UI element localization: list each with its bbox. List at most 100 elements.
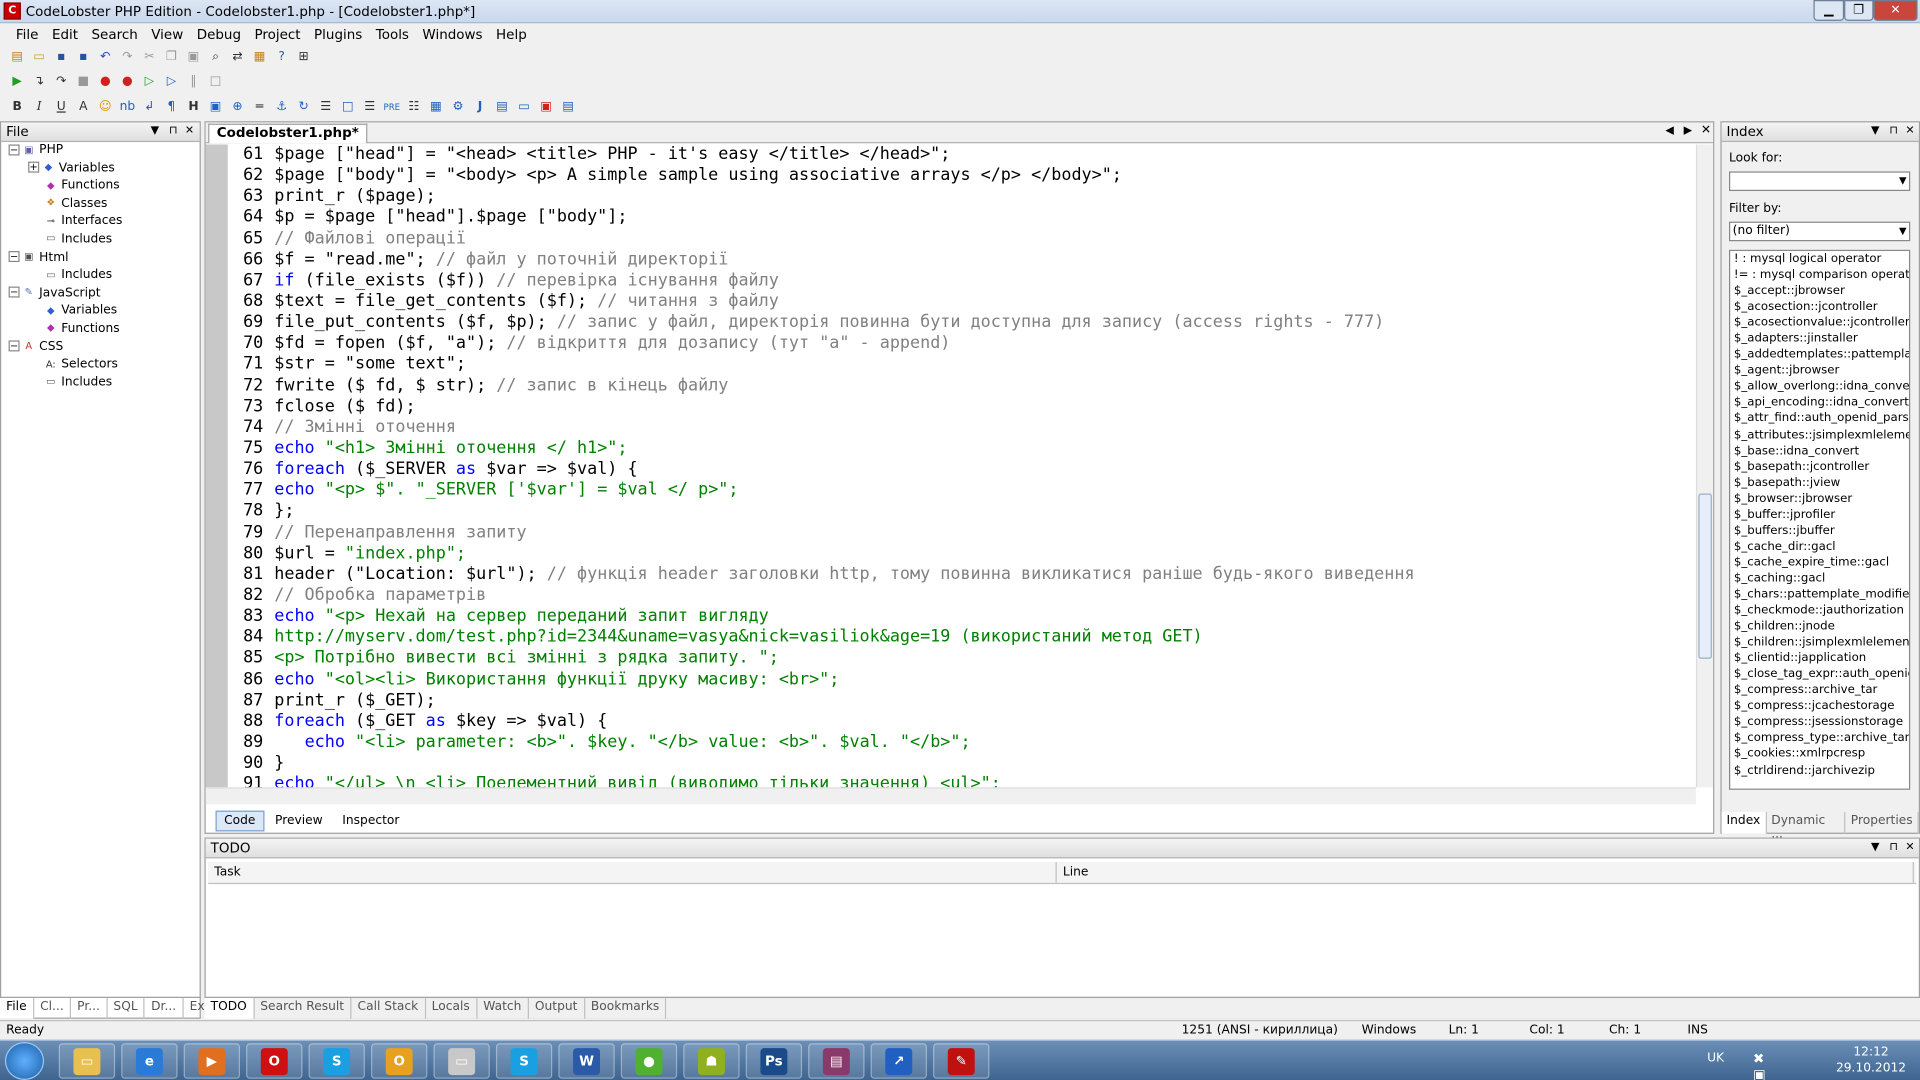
pin-icon[interactable]: ⊓ (169, 122, 178, 140)
bottom-tab-1[interactable]: Search Result (254, 997, 352, 1019)
taskbar-outlook[interactable]: O (371, 1043, 428, 1079)
pause-icon[interactable]: ‖ (184, 72, 204, 92)
index-item[interactable]: $_checkmode::jauthorization (1730, 602, 1909, 618)
index-item[interactable]: != : mysql comparison operator (1730, 267, 1909, 283)
menu-file[interactable]: File (10, 26, 45, 42)
code-line[interactable]: 85 <p> Потрібно вивести всі змінні з рядк… (230, 648, 1693, 669)
index-item[interactable]: $_allow_overlong::idna_convert (1730, 379, 1909, 395)
right-tab-0[interactable]: Index (1721, 811, 1767, 834)
breakpoint-icon[interactable]: ● (96, 72, 116, 92)
index-item[interactable]: $_caching::gacl (1730, 571, 1909, 587)
table-icon[interactable]: ▦ (426, 98, 446, 118)
index-item[interactable]: $_buffers::jbuffer (1730, 523, 1909, 539)
menu-view[interactable]: View (145, 26, 189, 42)
code-line[interactable]: 80 $url = "index.php"; (230, 543, 1693, 564)
code-line[interactable]: 62 $page ["body"] = "<body> <p> A simple … (230, 165, 1693, 186)
textarea-icon[interactable]: ▤ (558, 98, 578, 118)
index-item[interactable]: $_children::jsimplexmlelement (1730, 634, 1909, 650)
menu-help[interactable]: Help (490, 26, 533, 42)
code-line[interactable]: 61 $page ["head"] = "<head> <title> PHP -… (230, 144, 1693, 165)
tree-item[interactable]: ⊸ Interfaces (1, 214, 199, 232)
taskbar-opera[interactable]: O (246, 1043, 303, 1079)
index-item[interactable]: $_cache_expire_time::gacl (1730, 555, 1909, 571)
continue-icon[interactable]: ▷ (140, 72, 160, 92)
code-line[interactable]: 83 echo "<p> Нехай на сервер переданий за… (230, 606, 1693, 627)
code-line[interactable]: 81 header ("Location: $url"); // функція … (230, 564, 1693, 585)
code-line[interactable]: 65 // Файлові операції (230, 228, 1693, 249)
code-line[interactable]: 66 $f = "read.me"; // файл у поточній дир… (230, 249, 1693, 270)
code-line[interactable]: 71 $str = "some text"; (230, 354, 1693, 375)
index-item[interactable]: $_compress_type::archive_tar (1730, 730, 1909, 746)
pre-icon[interactable]: PRE (382, 98, 402, 118)
dropdown-icon[interactable]: ▼ (151, 122, 159, 140)
taskbar-skype-2[interactable]: S (495, 1043, 553, 1079)
tray-icons[interactable]: ✖ ▣ ◀ (1753, 1051, 1766, 1080)
index-item[interactable]: ! : mysql logical operator (1730, 251, 1909, 267)
align-center-icon[interactable]: ☰ (316, 98, 336, 118)
left-tab-1[interactable]: Cl... (34, 997, 72, 1019)
run-icon[interactable]: ▶ (7, 72, 27, 92)
run-to-cursor-icon[interactable]: ▷ (162, 72, 182, 92)
refresh-icon[interactable]: ↻ (294, 98, 314, 118)
tree-item[interactable]: − A CSS (1, 339, 199, 357)
code-line[interactable]: 73 fclose ($ fd); (230, 396, 1693, 417)
column-line[interactable]: Line (1057, 862, 1914, 883)
taskbar-media-player[interactable]: ▶ (183, 1043, 241, 1079)
find-icon[interactable]: ⌕ (206, 48, 226, 68)
step-into-icon[interactable]: ↴ (29, 72, 49, 92)
tree-item[interactable]: ▭ Includes (1, 231, 199, 249)
index-item[interactable]: $_ctrldirend::jarchivezip (1730, 762, 1909, 778)
index-item[interactable]: $_acosection::jcontroller (1730, 299, 1909, 315)
linebreak-icon[interactable]: ↲ (140, 98, 160, 118)
index-item[interactable]: $_cache_dir::gacl (1730, 539, 1909, 555)
hr-icon[interactable]: ═ (250, 98, 270, 118)
minimize-button[interactable]: ▁ (1813, 0, 1845, 21)
index-item[interactable]: $_attr_find::auth_openid_parse (1730, 411, 1909, 427)
index-item[interactable]: $_compress::jcachestorage (1730, 698, 1909, 714)
italic-icon[interactable]: I (29, 98, 49, 118)
code-line[interactable]: 69 file_put_contents ($f, $p); // запис у… (230, 312, 1693, 333)
form-icon[interactable]: ▤ (492, 98, 512, 118)
index-item[interactable]: $_cookies::xmlrpcresp (1730, 746, 1909, 762)
scrollbar-thumb[interactable] (1698, 493, 1712, 659)
nobreak-icon[interactable]: nb (118, 98, 138, 118)
replace-icon[interactable]: ⇄ (228, 48, 248, 68)
collapse-icon[interactable]: − (8, 340, 20, 352)
code-line[interactable]: 67 if (file_exists ($f)) // перевірка існ… (230, 270, 1693, 291)
div-icon[interactable]: □ (338, 98, 358, 118)
index-item[interactable]: $_children::jnode (1730, 618, 1909, 634)
taskbar-codelobster[interactable]: ✎ (933, 1043, 990, 1079)
menu-debug[interactable]: Debug (191, 26, 248, 42)
taskbar-skype[interactable]: S (308, 1043, 365, 1079)
open-file-icon[interactable]: ▭ (29, 48, 49, 68)
code-line[interactable]: 89 echo "<li> parameter: <b>". $key. "</… (230, 732, 1693, 753)
close-panel-icon[interactable]: ✕ (1905, 122, 1914, 140)
close-button[interactable]: ✕ (1873, 0, 1918, 21)
menu-windows[interactable]: Windows (416, 26, 488, 42)
right-tab-2[interactable]: Properties (1846, 811, 1919, 834)
index-item[interactable]: $_acosectionvalue::jcontroller (1730, 315, 1909, 331)
close-panel-icon[interactable]: ✕ (185, 122, 194, 140)
image-icon[interactable]: ▣ (206, 98, 226, 118)
bottom-tab-4[interactable]: Watch (477, 997, 529, 1019)
index-item[interactable]: $_chars::pattemplate_modifier (1730, 587, 1909, 603)
tree-item[interactable]: ◆ Functions (1, 321, 199, 339)
input-icon[interactable]: ▭ (514, 98, 534, 118)
tree-item[interactable]: ◆ Variables (1, 303, 199, 321)
ftp-icon[interactable]: ▦ (250, 48, 270, 68)
code-line[interactable]: 74 // Змінні оточення (230, 417, 1693, 438)
index-item[interactable]: $_base::idna_convert (1730, 443, 1909, 459)
dropdown-icon[interactable]: ▼ (1871, 122, 1879, 140)
settings-icon[interactable]: ⚙ (448, 98, 468, 118)
left-tab-0[interactable]: File (0, 997, 34, 1019)
expand-icon[interactable]: + (28, 161, 40, 173)
paste-icon[interactable]: ▣ (184, 48, 204, 68)
pin-icon[interactable]: ⊓ (1889, 122, 1898, 140)
index-item[interactable]: $_basepath::jcontroller (1730, 459, 1909, 475)
view-tab-2[interactable]: Inspector (334, 810, 408, 831)
taskbar-app-chart[interactable]: ↗ (870, 1043, 927, 1079)
font-icon[interactable]: A (73, 98, 93, 118)
clock-time[interactable]: 12:12 (1834, 1046, 1907, 1059)
taskbar-internet-explorer[interactable]: e (121, 1043, 178, 1079)
code-line[interactable]: 70 $fd = fopen ($f, "a"); // відкриття дл… (230, 333, 1693, 354)
